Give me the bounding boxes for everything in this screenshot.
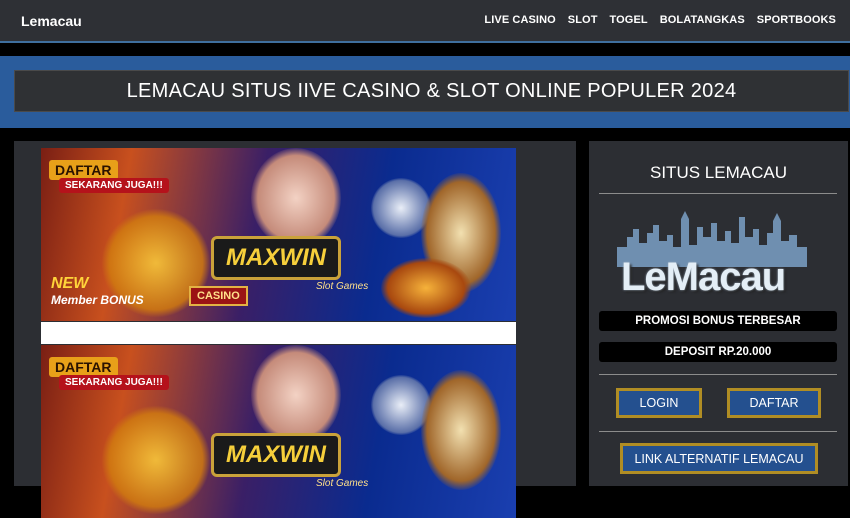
main-nav: LIVE CASINO SLOT TOGEL BOLATANGKAS SPORT…: [484, 14, 836, 26]
banner-casino-sign: CASINO: [189, 286, 248, 306]
alternative-link-button[interactable]: LINK ALTERNATIF LEMACAU: [620, 443, 818, 474]
nav-sportbooks[interactable]: SPORTBOOKS: [757, 14, 836, 26]
banner-member-bonus-text: Member BONUS: [51, 293, 144, 307]
sidebar-panel: SITUS LEMACAU LeMacau PROMOSI BONUS TERB…: [589, 141, 848, 486]
banner-new-text: NEW: [51, 275, 89, 292]
deposit-banner: DEPOSIT RP.20.000: [599, 342, 837, 362]
daftar-button[interactable]: DAFTAR: [727, 388, 821, 418]
sidebar-title: SITUS LEMACAU: [650, 163, 787, 182]
nav-live-casino[interactable]: LIVE CASINO: [484, 14, 555, 26]
banner-new-member: NEW Member BONUS: [51, 276, 144, 308]
lemacau-logo: LeMacau: [617, 207, 807, 299]
banner-maxwin-logo: MAXWIN: [211, 433, 341, 477]
banner-daftar-tag: DAFTAR: [49, 357, 118, 377]
nav-slot[interactable]: SLOT: [568, 14, 598, 26]
divider: [599, 374, 837, 375]
divider: [599, 193, 837, 194]
brand-logo-text[interactable]: Lemacau: [21, 13, 82, 29]
banner-spacer: [41, 322, 516, 344]
top-navbar: Lemacau LIVE CASINO SLOT TOGEL BOLATANGK…: [0, 0, 850, 43]
page-title-box: LEMACAU SITUS IIVE CASINO & SLOT ONLINE …: [14, 70, 849, 112]
banner-maxwin-logo: MAXWIN: [211, 236, 341, 280]
promo-bonus-banner: PROMOSI BONUS TERBESAR: [599, 311, 837, 331]
banner-sekarang-tag: SEKARANG JUGA!!!: [59, 178, 169, 193]
page-title: LEMACAU SITUS IIVE CASINO & SLOT ONLINE …: [126, 79, 737, 102]
banner-daftar-tag: DAFTAR: [49, 160, 118, 180]
banner-slot-games-label: Slot Games: [316, 281, 369, 292]
banner-slot-games-label: Slot Games: [316, 478, 369, 489]
logo-wordmark: LeMacau: [621, 255, 786, 299]
nav-bolatangkas[interactable]: BOLATANGKAS: [660, 14, 745, 26]
login-button[interactable]: LOGIN: [616, 388, 702, 418]
divider: [599, 431, 837, 432]
nav-togel[interactable]: TOGEL: [610, 14, 648, 26]
promo-banner-1[interactable]: DAFTAR SEKARANG JUGA!!! MAXWIN CASINO Sl…: [41, 148, 516, 321]
promo-banner-2[interactable]: DAFTAR SEKARANG JUGA!!! MAXWIN Slot Game…: [41, 345, 516, 518]
banner-sekarang-tag: SEKARANG JUGA!!!: [59, 375, 169, 390]
